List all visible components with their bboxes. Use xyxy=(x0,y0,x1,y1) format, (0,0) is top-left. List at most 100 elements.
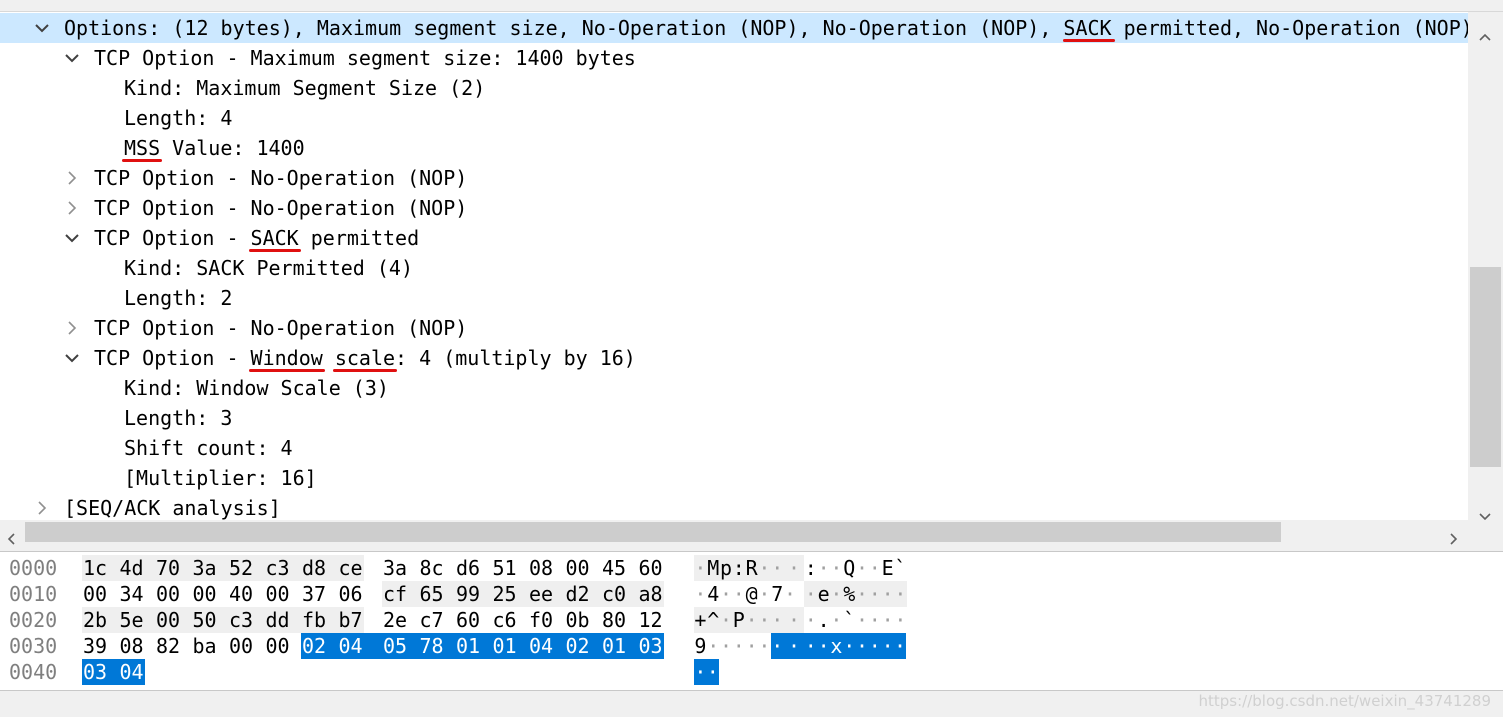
ascii-char[interactable]: · xyxy=(720,581,733,607)
ascii-char[interactable]: · xyxy=(784,581,797,607)
ascii-char[interactable]: 9 xyxy=(694,633,707,659)
ascii-char[interactable]: 4 xyxy=(707,581,720,607)
ascii-char[interactable]: · xyxy=(855,581,869,607)
ascii-char[interactable]: · xyxy=(868,555,881,581)
ascii-char[interactable]: · xyxy=(830,607,843,633)
hex-byte[interactable]: 82 xyxy=(155,633,192,659)
ascii-char[interactable]: · xyxy=(830,555,843,581)
hex-byte[interactable]: 3a xyxy=(382,555,419,581)
tree-row[interactable]: Length: 4 xyxy=(0,103,1468,133)
ascii-char[interactable]: · xyxy=(758,555,771,581)
chevron-right-icon[interactable] xyxy=(62,163,82,193)
ascii-char[interactable]: · xyxy=(694,581,707,607)
ascii-char[interactable]: · xyxy=(694,659,707,685)
hex-byte[interactable]: 00 xyxy=(155,581,192,607)
ascii-char[interactable]: · xyxy=(745,607,758,633)
hex-byte[interactable]: 70 xyxy=(155,555,192,581)
hex-byte[interactable]: 34 xyxy=(119,581,156,607)
hex-byte[interactable]: 03 xyxy=(637,633,664,659)
hex-byte[interactable]: 65 xyxy=(418,581,455,607)
hex-byte[interactable]: 5e xyxy=(118,607,155,633)
hex-byte[interactable]: 00 xyxy=(565,555,602,581)
hex-byte[interactable]: f0 xyxy=(528,607,565,633)
hex-byte[interactable]: 39 xyxy=(82,633,119,659)
tree-row[interactable]: TCP Option - No-Operation (NOP) xyxy=(0,313,1468,343)
hex-byte[interactable]: 8c xyxy=(419,555,456,581)
ascii-char[interactable]: · xyxy=(868,581,882,607)
hex-byte[interactable]: 04 xyxy=(337,633,382,659)
ascii-char[interactable]: : xyxy=(804,555,817,581)
ascii-char[interactable]: · xyxy=(881,633,894,659)
hex-byte[interactable]: 2e xyxy=(382,607,419,633)
ascii-char[interactable]: Q xyxy=(843,555,856,581)
hex-byte[interactable]: c3 xyxy=(264,555,301,581)
hex-byte[interactable]: 37 xyxy=(301,581,338,607)
ascii-char[interactable]: · xyxy=(783,607,805,633)
hex-byte[interactable]: 1c xyxy=(82,555,119,581)
ascii-char[interactable]: : xyxy=(732,555,746,581)
hex-byte[interactable]: 00 xyxy=(265,581,302,607)
hex-byte[interactable]: 3a xyxy=(191,555,228,581)
tree-row[interactable]: MSS Value: 1400 xyxy=(0,133,1468,163)
hex-byte[interactable]: 0b xyxy=(565,607,602,633)
tree-row[interactable]: Kind: Maximum Segment Size (2) xyxy=(0,73,1468,103)
ascii-char[interactable]: ^ xyxy=(706,607,720,633)
tree-row[interactable]: TCP Option - No-Operation (NOP) xyxy=(0,163,1468,193)
hex-byte[interactable]: 25 xyxy=(491,581,528,607)
ascii-char[interactable]: · xyxy=(770,633,784,659)
horizontal-scrollbar[interactable] xyxy=(0,520,1468,545)
hex-byte[interactable]: 02 xyxy=(301,633,338,659)
ascii-char[interactable]: e xyxy=(817,581,830,607)
tree-row[interactable]: [SEQ/ACK analysis] xyxy=(0,493,1468,520)
ascii-char[interactable]: · xyxy=(758,607,771,633)
ascii-char[interactable]: · xyxy=(817,633,830,659)
ascii-char[interactable]: · xyxy=(881,607,894,633)
ascii-char[interactable]: 7 xyxy=(771,581,784,607)
ascii-char[interactable]: · xyxy=(830,581,843,607)
hex-byte[interactable]: 00 xyxy=(265,633,302,659)
hex-byte[interactable]: 45 xyxy=(601,555,638,581)
ascii-char[interactable]: · xyxy=(719,607,733,633)
tree-row[interactable]: TCP Option - No-Operation (NOP) xyxy=(0,193,1468,223)
ascii-char[interactable]: · xyxy=(856,555,869,581)
hex-byte[interactable]: 01 xyxy=(491,633,528,659)
hex-byte[interactable]: 12 xyxy=(638,607,664,633)
tree-row[interactable]: Kind: SACK Permitted (4) xyxy=(0,253,1468,283)
scroll-up-arrow-icon[interactable] xyxy=(1479,22,1491,46)
ascii-char[interactable]: · xyxy=(894,581,907,607)
hex-byte[interactable]: 52 xyxy=(228,555,265,581)
ascii-char[interactable]: · xyxy=(758,633,771,659)
scroll-left-arrow-icon[interactable] xyxy=(7,526,15,550)
ascii-char[interactable]: · xyxy=(817,555,830,581)
hex-byte[interactable]: 00 xyxy=(228,633,265,659)
hex-byte[interactable]: 00 xyxy=(192,581,229,607)
hex-byte[interactable]: 08 xyxy=(528,555,565,581)
chevron-right-icon[interactable] xyxy=(62,313,82,343)
ascii-char[interactable]: · xyxy=(855,633,869,659)
hex-byte[interactable]: 2b xyxy=(82,607,119,633)
chevron-down-icon[interactable] xyxy=(62,343,82,373)
ascii-char[interactable]: % xyxy=(842,581,856,607)
hex-byte[interactable]: 40 xyxy=(228,581,265,607)
tree-row[interactable]: Options: (12 bytes), Maximum segment siz… xyxy=(0,13,1468,43)
hex-byte[interactable]: 80 xyxy=(601,607,638,633)
hex-byte[interactable]: d2 xyxy=(564,581,601,607)
hex-byte[interactable]: 00 xyxy=(155,607,192,633)
tree-row[interactable]: TCP Option - SACK permitted xyxy=(0,223,1468,253)
ascii-char[interactable]: ` xyxy=(894,555,907,581)
hex-byte[interactable]: 04 xyxy=(118,659,145,685)
ascii-char[interactable]: · xyxy=(758,581,771,607)
hex-byte[interactable]: b7 xyxy=(337,607,364,633)
hex-byte[interactable]: 60 xyxy=(455,607,492,633)
ascii-char[interactable]: R xyxy=(745,555,758,581)
scroll-right-arrow-icon[interactable] xyxy=(1450,526,1458,550)
hex-byte[interactable]: 03 xyxy=(82,659,119,685)
ascii-char[interactable]: · xyxy=(732,633,745,659)
chevron-down-icon[interactable] xyxy=(62,223,82,253)
tree-row[interactable]: [Multiplier: 16] xyxy=(0,463,1468,493)
ascii-char[interactable]: · xyxy=(868,633,882,659)
ascii-char[interactable]: · xyxy=(694,555,707,581)
ascii-char[interactable]: · xyxy=(770,607,784,633)
hex-byte[interactable]: 04 xyxy=(528,633,565,659)
hex-byte[interactable]: 01 xyxy=(601,633,638,659)
